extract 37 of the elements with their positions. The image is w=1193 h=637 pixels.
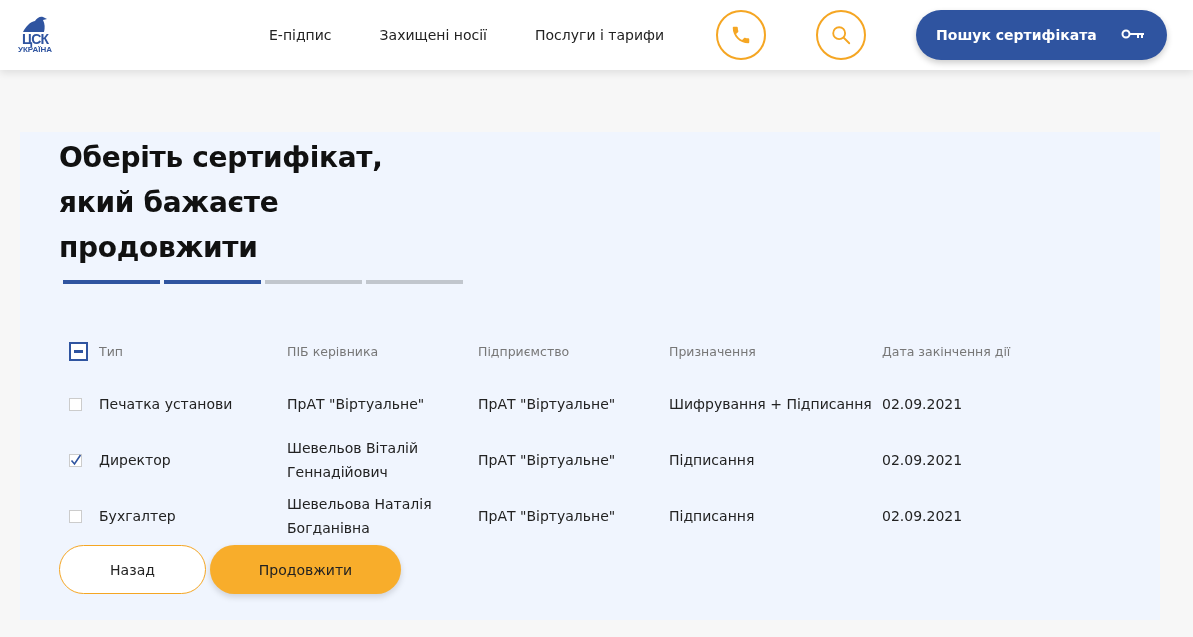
table-cell-text: Директор bbox=[99, 451, 171, 470]
back-button[interactable]: Назад bbox=[59, 545, 206, 594]
continue-button[interactable]: Продовжити bbox=[210, 545, 401, 594]
table-cell-text: Підписання bbox=[669, 451, 755, 470]
row-checkbox[interactable] bbox=[69, 453, 82, 467]
table-cell-text: 02.09.2021 bbox=[882, 395, 963, 414]
table-cell-text: Підписання bbox=[669, 507, 755, 526]
nav-link[interactable]: Захищені носії bbox=[379, 27, 487, 43]
bird-icon bbox=[22, 16, 48, 32]
nav-link[interactable]: Послуги і тарифи bbox=[535, 27, 665, 43]
table-cell-text: ПрАТ "Віртуальне" bbox=[478, 451, 616, 470]
nav-link[interactable]: Е-підпис bbox=[269, 27, 332, 43]
page-title: Оберіть сертифікат, який бажаєте продовжити bbox=[59, 140, 384, 266]
column-header: Дата закінчення дії bbox=[882, 343, 1011, 359]
column-header: Тип bbox=[99, 343, 123, 359]
search-button[interactable] bbox=[816, 10, 867, 60]
search-icon bbox=[830, 24, 853, 46]
logo[interactable]: ЦСК УКРАЇНА bbox=[15, 16, 55, 54]
table-cell-text: Шевельов Віталій Геннадійович bbox=[287, 439, 420, 482]
key-icon bbox=[1121, 29, 1146, 41]
table-cell-text: Бухгалтер bbox=[99, 507, 176, 526]
column-header: Підприємство bbox=[478, 343, 570, 359]
table-cell-text: 02.09.2021 bbox=[882, 451, 963, 470]
table-cell-text: 02.09.2021 bbox=[882, 507, 963, 526]
logo-text: ЦСК bbox=[22, 32, 48, 46]
table-cell-text: Шифрування + Підписання bbox=[669, 395, 872, 414]
select-all-checkbox[interactable] bbox=[69, 341, 88, 361]
column-header: ПІБ керівника bbox=[287, 343, 379, 359]
table-cell-text: Печатка установи bbox=[99, 395, 233, 414]
column-header: Призначення bbox=[669, 343, 756, 359]
logo-subtitle: УКРАЇНА bbox=[18, 46, 52, 54]
table-cell-text: ПрАТ "Віртуальне" bbox=[478, 395, 616, 414]
certificate-search-button[interactable]: Пошук сертифіката bbox=[916, 10, 1168, 60]
table-cell-text: Шевельова Наталія Богданівна bbox=[287, 495, 433, 538]
table-cell-text: ПрАТ "Віртуальне" bbox=[478, 507, 616, 526]
table-cell-text: ПрАТ "Віртуальне" bbox=[287, 395, 426, 414]
phone-button[interactable] bbox=[716, 10, 767, 60]
